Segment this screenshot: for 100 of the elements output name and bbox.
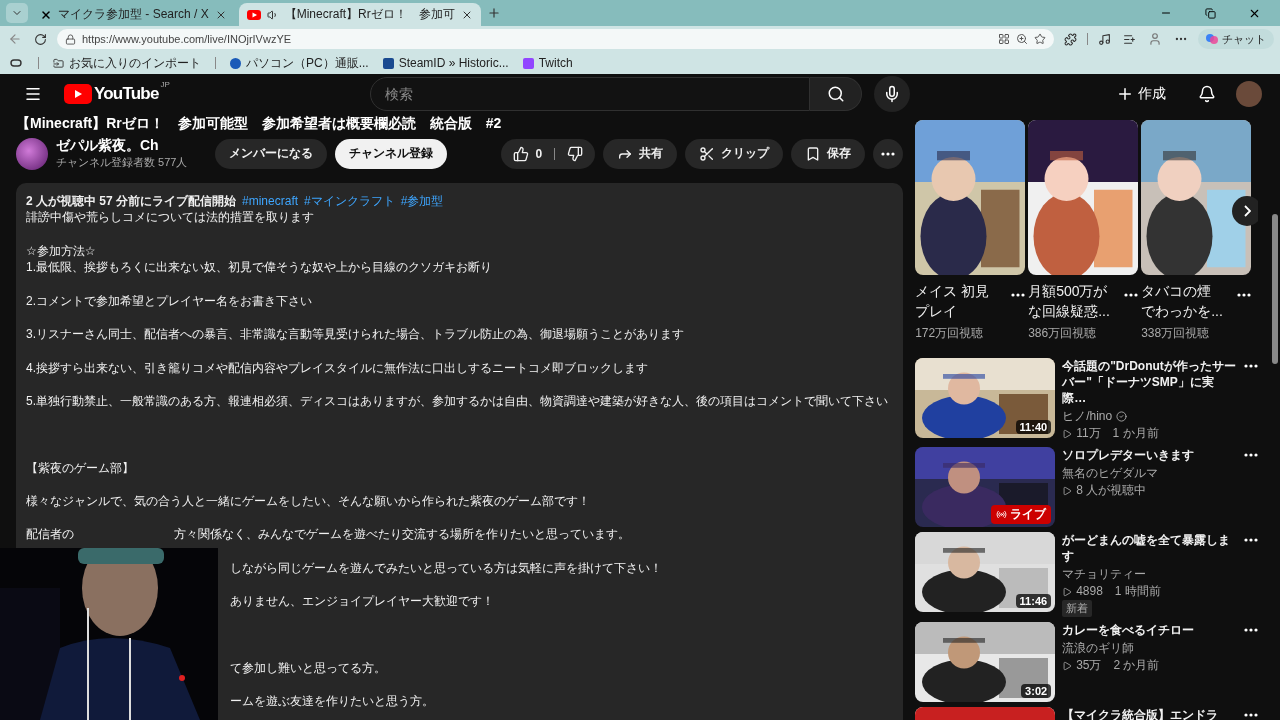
view-count: 338万回視聴 [1141, 325, 1211, 342]
description-text: ☆参加方法☆ [26, 242, 96, 260]
join-button[interactable]: メンバーになる [215, 138, 328, 169]
description-text: 配信者の [26, 526, 74, 544]
view-count: 172万回視聴 [915, 325, 985, 342]
video-title[interactable]: がーどまんの嘘を全て暴露します [1062, 532, 1238, 564]
reading-button[interactable] [8, 57, 24, 69]
description-text: 方々関係なく、みんなでゲームを遊べたり交流する場所を作りたいと思っています。 [174, 526, 630, 544]
hashtag-link[interactable]: #参加型 [400, 192, 444, 210]
clip-button[interactable]: クリップ [685, 138, 784, 169]
channel-name: ゼパル紫夜。Ch [56, 137, 160, 156]
back-arrow-icon [8, 32, 22, 46]
chat-button[interactable]: チャット [1198, 29, 1274, 49]
description-text: 1.最低限、挨拶もろくに出来ない奴、初見で偉そうな奴や上から目線のクソガキお断り [26, 259, 492, 277]
x-logo-icon [40, 8, 52, 21]
video-title[interactable]: カレーを食べるイチロー [1062, 622, 1238, 638]
lock-icon [65, 33, 76, 45]
site-icon [230, 57, 241, 69]
channel-name: マチョリティー [1062, 566, 1148, 583]
save-button[interactable]: 保存 [791, 138, 866, 169]
video-title[interactable]: 今話題の"DrDonutが作ったサーバー"「ドーナツSMP」に実際… [1062, 358, 1238, 406]
short-title[interactable]: 月額500万が [1028, 281, 1110, 301]
site-icon [522, 57, 534, 69]
more-icon [1244, 364, 1259, 368]
folder-icon [53, 57, 64, 69]
search-button[interactable] [810, 77, 862, 111]
grid-icon[interactable] [998, 33, 1010, 45]
more-icon [1124, 293, 1139, 297]
video-title[interactable]: ソロプレデターいきます [1062, 447, 1238, 463]
video-duration: 11:40 [1015, 420, 1052, 434]
puzzle-icon [1064, 32, 1077, 46]
short-title[interactable]: タバコの煙 [1141, 281, 1223, 301]
channel-avatar[interactable] [16, 137, 48, 170]
video-logo-icon [246, 9, 261, 20]
bookmark[interactable]: お気に入りのインポート [53, 54, 201, 72]
more-icon [1237, 293, 1252, 297]
browser-tab[interactable]: マイクラ参加型 - Search / X [32, 3, 235, 26]
video-meta: 4898 1 時間前 [1076, 583, 1161, 600]
subscriber-count: チャンネル登録者数 577人 [56, 155, 188, 171]
description-text: 誹謗中傷や荒らしコメについては法的措置を取ります [26, 209, 314, 226]
music-icon [1098, 32, 1111, 46]
live-badge: ライブ [991, 505, 1052, 524]
view-count: 386万回視聴 [1028, 325, 1098, 342]
swirl-logo-icon [1206, 33, 1218, 45]
share-button[interactable]: 共有 [603, 138, 678, 169]
video-meta: 8 人が視聴中 [1076, 482, 1147, 499]
short-title[interactable]: でわっかを... [1141, 301, 1223, 321]
star-icon[interactable] [1034, 33, 1046, 45]
browser-tab[interactable]: 【Minecraft】Rrゼロ！ 参加可 [238, 3, 481, 26]
address-bar[interactable]: https://www.youtube.com/live/INOjrIVwzYE [57, 29, 1054, 49]
description-text: 2.コメントで参加希望とプレイヤー名をお書き下さい [26, 292, 312, 310]
broadcast-icon [996, 509, 1008, 520]
tab-title: マイクラ参加型 - Search / X [58, 6, 209, 23]
more-icon [1244, 453, 1259, 457]
bookmark[interactable]: Twitch [522, 56, 573, 70]
hashtag-link[interactable]: #マインクラフト [304, 192, 395, 210]
mic-button[interactable] [874, 76, 910, 112]
play-icon [1062, 428, 1073, 439]
more-icon [1244, 713, 1259, 717]
menu-icon [24, 85, 42, 103]
short-title[interactable]: プレイ [915, 301, 990, 321]
play-icon [1062, 586, 1073, 597]
more-icon [1011, 293, 1026, 297]
short-title[interactable]: メイス 初見 [915, 281, 990, 301]
video-duration: 11:46 [1015, 594, 1052, 608]
more-icon [1244, 628, 1259, 632]
subscribe-button[interactable]: チャンネル登録 [335, 138, 448, 169]
more-icon [1244, 538, 1259, 542]
video-title: 【Minecraft】Rrゼロ！ 参加可能型 参加希望者は概要欄必読 統合版 #2 [16, 114, 503, 133]
extensions-button[interactable] [1062, 30, 1079, 48]
zoom-icon[interactable] [1016, 33, 1028, 45]
hashtag-link[interactable]: #minecraft [242, 192, 299, 210]
search-field[interactable]: 検索 [370, 77, 810, 111]
list-icon [1123, 32, 1136, 46]
description-text: しながら同じゲームを遊んでみたいと思っている方は気軽に声を掛けて下さい！ [230, 559, 662, 577]
avatar[interactable] [1236, 81, 1262, 107]
play-icon [1062, 660, 1073, 671]
thumbs-down-icon [567, 145, 584, 162]
description-text: て参加し難いと思ってる方。 [230, 659, 386, 677]
play-icon [1062, 485, 1073, 496]
plus-icon [486, 6, 501, 20]
user-icon [1148, 32, 1162, 46]
bell-icon [1198, 85, 1216, 103]
thumbs-up-icon [513, 145, 530, 162]
pill-icon [10, 59, 22, 67]
create-button[interactable]: 作成 [1106, 77, 1176, 111]
scrollbar[interactable] [1272, 214, 1278, 364]
bookmark[interactable]: SteamID » Historic... [382, 56, 509, 70]
speaker-icon[interactable] [266, 8, 279, 21]
short-title[interactable]: な回線疑惑... [1028, 301, 1110, 321]
more-icon [881, 151, 896, 156]
channel-name: 無名のヒゲダルマ [1062, 465, 1160, 482]
mic-icon [883, 85, 901, 103]
video-meta: 35万 2 か月前 [1076, 657, 1160, 674]
search-icon [826, 85, 845, 103]
scissors-icon [699, 145, 716, 162]
description-text: 様々なジャンルで、気の合う人と一緒にゲームをしたい、そんな願いから作られた紫夜のゲーム部です！ [26, 493, 590, 510]
bookmark[interactable]: パソコン（PC）通販... [230, 54, 369, 72]
description-text: 【紫夜のゲーム部】 [26, 459, 134, 477]
restore-icon [1204, 7, 1216, 19]
